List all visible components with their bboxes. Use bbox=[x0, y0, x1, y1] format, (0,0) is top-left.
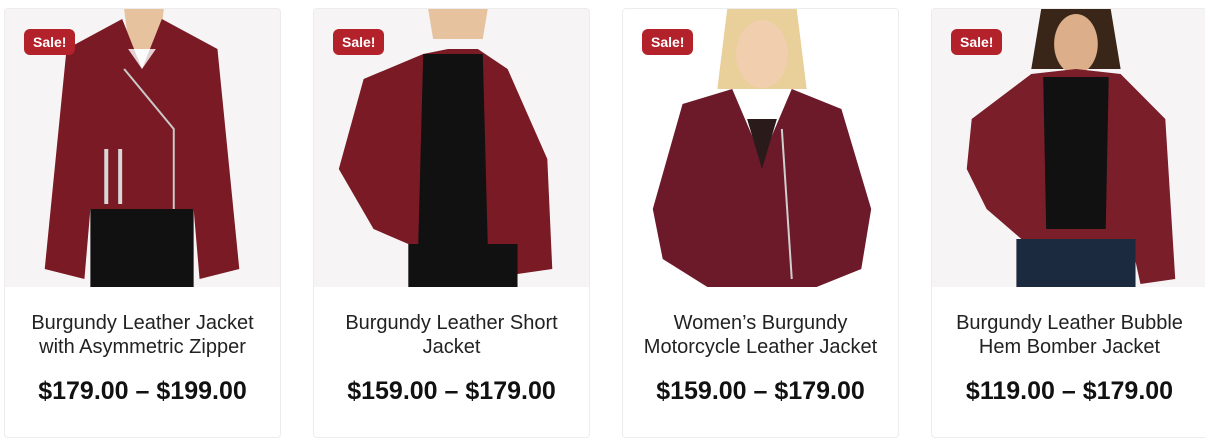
product-title[interactable]: Burgundy Leather Bubble Hem Bomber Jacke… bbox=[940, 311, 1199, 359]
product-title[interactable]: Burgundy Leather Jacket with Asymmetric … bbox=[13, 311, 272, 359]
product-title[interactable]: Burgundy Leather Short Jacket bbox=[322, 311, 581, 359]
product-price: $119.00 – $179.00 bbox=[965, 377, 1174, 405]
sale-badge: Sale! bbox=[642, 29, 694, 55]
product-image[interactable]: Sale! bbox=[314, 9, 589, 287]
product-card[interactable]: Sale! Burgundy Leather Bubble Hem Bomber… bbox=[931, 8, 1205, 438]
sale-badge: Sale! bbox=[951, 29, 1003, 55]
product-image[interactable]: Sale! bbox=[932, 9, 1205, 287]
sale-badge: Sale! bbox=[333, 29, 385, 55]
product-grid: Sale! Burgundy Leather Jacket with Asymm… bbox=[0, 0, 1205, 438]
product-price: $179.00 – $199.00 bbox=[38, 377, 247, 405]
product-image[interactable]: Sale! bbox=[623, 9, 898, 287]
product-image[interactable]: Sale! bbox=[5, 9, 280, 287]
product-title[interactable]: Women’s Burgundy Motorcycle Leather Jack… bbox=[631, 311, 890, 359]
product-card[interactable]: Sale! Burgundy Leather Short Jacket $159… bbox=[313, 8, 590, 438]
product-card[interactable]: Sale! Burgundy Leather Jacket with Asymm… bbox=[4, 8, 281, 438]
product-price: $159.00 – $179.00 bbox=[656, 377, 865, 405]
product-price: $159.00 – $179.00 bbox=[347, 377, 556, 405]
product-card[interactable]: Sale! Women’s Burgundy Motorcycle Leathe… bbox=[622, 8, 899, 438]
sale-badge: Sale! bbox=[24, 29, 76, 55]
